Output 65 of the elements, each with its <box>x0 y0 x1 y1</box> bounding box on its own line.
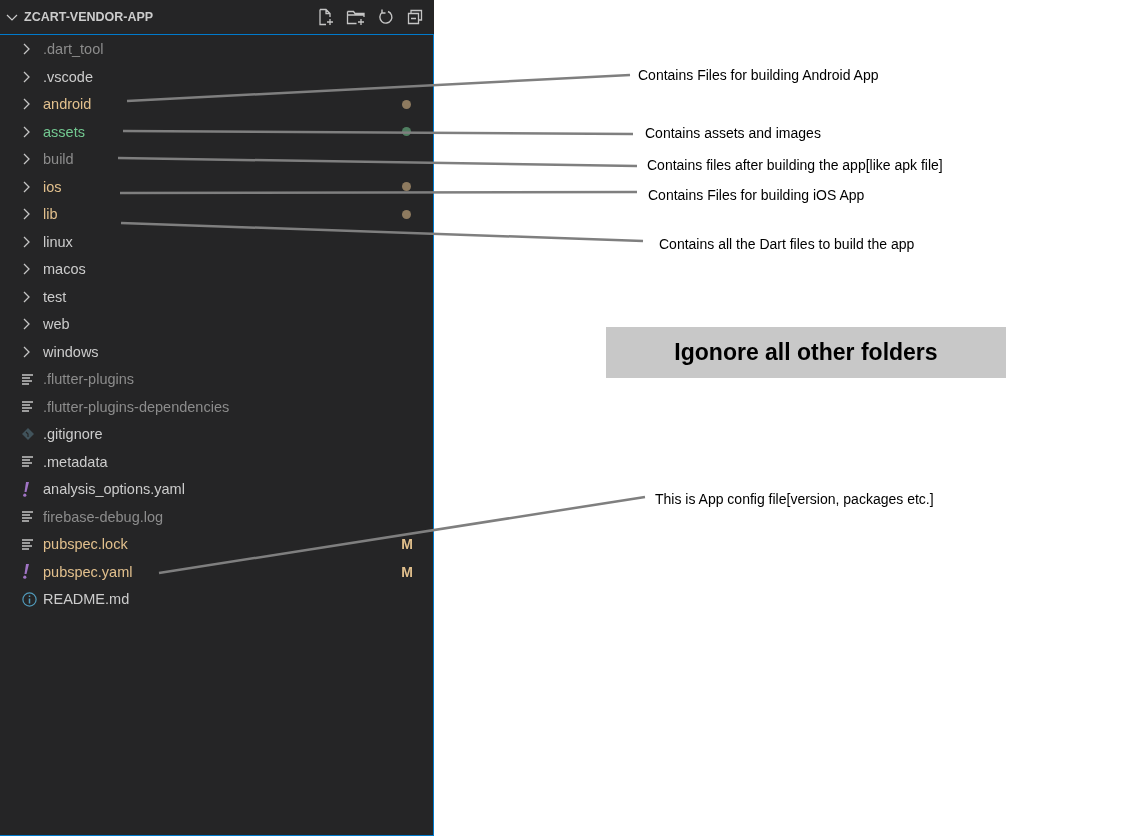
file-name: windows <box>43 343 99 360</box>
annotation-text: Contains Files for building iOS App <box>648 186 865 205</box>
collapse-all-icon[interactable] <box>406 8 424 26</box>
file-name: analysis_options.yaml <box>43 481 185 498</box>
file-name: README.md <box>43 591 130 608</box>
file-tree-item[interactable]: test <box>0 283 433 311</box>
file-tree-item[interactable]: analysis_options.yaml <box>0 475 433 503</box>
file-tree-item[interactable]: .flutter-plugins-dependencies <box>0 393 433 421</box>
file-tree-item[interactable]: web <box>0 310 433 338</box>
git-status-letter: M <box>401 536 413 553</box>
file-name: macos <box>43 261 86 278</box>
file-name: lib <box>43 206 58 223</box>
file-name: .vscode <box>43 68 93 85</box>
file-tree-item[interactable]: firebase-debug.log <box>0 503 433 531</box>
file-name: .metadata <box>43 453 108 470</box>
file-name: build <box>43 151 74 168</box>
file-tree-item[interactable]: lib <box>0 200 433 228</box>
annotation-text: Contains assets and images <box>645 124 821 143</box>
file-tree-item[interactable]: build <box>0 145 433 173</box>
new-file-icon[interactable] <box>317 8 335 26</box>
lines-icon <box>22 373 34 385</box>
file-tree-item[interactable]: .metadata <box>0 448 433 476</box>
file-name: .gitignore <box>43 426 103 443</box>
exclamation-icon <box>22 481 30 497</box>
file-tree-item[interactable]: linux <box>0 228 433 256</box>
file-name: assets <box>43 123 85 140</box>
file-tree-item[interactable]: pubspec.lock M <box>0 530 433 558</box>
file-name: firebase-debug.log <box>43 508 164 525</box>
file-tree-item[interactable]: README.md <box>0 585 433 613</box>
annotation-text: Contains files after building the app[like apk file] <box>647 156 943 175</box>
file-name: ios <box>43 178 62 195</box>
file-name: pubspec.lock <box>43 536 128 553</box>
diamond-icon <box>22 428 34 441</box>
file-tree-item[interactable]: .dart_tool <box>0 35 433 63</box>
file-name: .flutter-plugins <box>43 371 135 388</box>
file-tree-item[interactable]: .gitignore <box>0 420 433 448</box>
new-folder-icon[interactable] <box>346 8 366 26</box>
annotation-text: This is App config file[version, packages etc.] <box>655 490 934 509</box>
file-tree-item[interactable]: pubspec.yaml M <box>0 558 433 586</box>
lines-icon <box>22 538 34 550</box>
file-tree-item[interactable]: macos <box>0 255 433 283</box>
explorer-title[interactable]: ZCART-VENDOR-APP <box>24 10 317 24</box>
lines-icon <box>22 511 34 523</box>
annotation-text: Contains all the Dart files to build the app <box>659 235 915 254</box>
file-tree-item[interactable]: windows <box>0 338 433 366</box>
refresh-icon[interactable] <box>377 8 395 26</box>
info-icon <box>22 591 37 607</box>
file-tree-item[interactable]: ios <box>0 173 433 201</box>
git-status-letter: M <box>401 563 413 580</box>
annotation-text: Contains Files for building Android App <box>638 66 879 85</box>
file-name: test <box>43 288 67 305</box>
lines-icon <box>22 401 34 413</box>
file-tree-item[interactable]: .vscode <box>0 63 433 91</box>
callout-label: Igonore all other folders <box>606 327 1006 378</box>
file-tree-item[interactable]: assets <box>0 118 433 146</box>
file-name: .dart_tool <box>43 41 104 58</box>
file-name: android <box>43 96 92 113</box>
exclamation-icon <box>22 564 30 580</box>
file-name: web <box>43 316 70 333</box>
file-tree-item[interactable]: .flutter-plugins <box>0 365 433 393</box>
file-name: pubspec.yaml <box>43 563 133 580</box>
file-name: linux <box>43 233 73 250</box>
lines-icon <box>22 456 34 468</box>
file-name: .flutter-plugins-dependencies <box>43 398 230 415</box>
file-tree-item[interactable]: android <box>0 90 433 118</box>
